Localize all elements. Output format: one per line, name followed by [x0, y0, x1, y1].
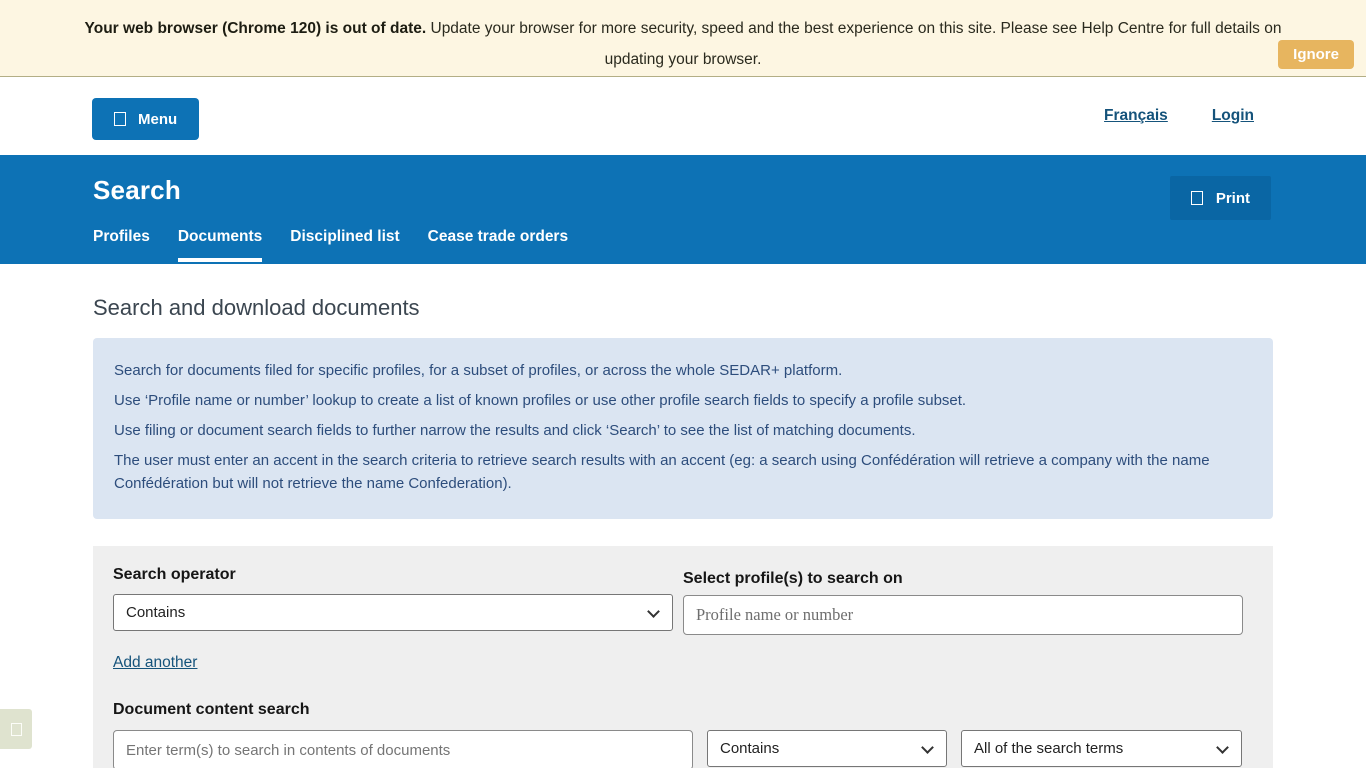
ignore-button[interactable]: Ignore	[1278, 40, 1354, 69]
main-content: Search and download documents Search for…	[0, 295, 1366, 768]
menu-button-label: Menu	[138, 111, 177, 128]
search-operator-field-group: Search operator Contains	[113, 566, 673, 635]
info-paragraph: Search for documents filed for specific …	[114, 359, 1252, 382]
banner-message-rest: Update your browser for more security, s…	[426, 20, 1281, 68]
printer-icon	[1191, 191, 1203, 205]
document-content-search-label: Document content search	[113, 701, 1253, 719]
info-box: Search for documents filed for specific …	[93, 338, 1273, 519]
profile-field-group: Select profile(s) to search on	[683, 566, 1243, 635]
search-operator-label: Search operator	[113, 566, 673, 584]
doc-terms-select[interactable]: All of the search terms	[961, 730, 1242, 767]
tab-documents[interactable]: Documents	[178, 228, 262, 264]
browser-outdated-banner: Your web browser (Chrome 120) is out of …	[0, 0, 1366, 77]
page-header: Search Print Profiles Documents Discipli…	[0, 155, 1366, 264]
info-paragraph: Use ‘Profile name or number’ lookup to c…	[114, 389, 1252, 412]
accessibility-icon	[11, 723, 22, 736]
print-button[interactable]: Print	[1170, 176, 1271, 220]
profile-select-label: Select profile(s) to search on	[683, 570, 1243, 588]
add-another-link[interactable]: Add another	[113, 654, 197, 672]
print-button-label: Print	[1216, 190, 1250, 207]
search-form-panel: Search operator Contains Select profile(…	[93, 546, 1273, 768]
search-operator-select-wrap: Contains	[113, 594, 673, 631]
tab-cease-trade-orders[interactable]: Cease trade orders	[428, 228, 568, 264]
top-nav: Menu Français Login	[0, 77, 1366, 155]
menu-button[interactable]: Menu	[92, 98, 199, 140]
document-content-search-row: Contains All of the search terms	[113, 730, 1253, 768]
banner-message: Your web browser (Chrome 120) is out of …	[66, 13, 1301, 75]
language-toggle-link[interactable]: Français	[1104, 107, 1168, 125]
info-paragraph: Use filing or document search fields to …	[114, 419, 1252, 442]
info-paragraph: The user must enter an accent in the sea…	[114, 449, 1252, 495]
accessibility-widget-button[interactable]	[0, 709, 32, 749]
nav-links: Français Login	[1104, 77, 1254, 155]
profile-name-input[interactable]	[683, 595, 1243, 635]
banner-message-bold: Your web browser (Chrome 120) is out of …	[85, 20, 427, 37]
search-operator-select[interactable]: Contains	[113, 594, 673, 631]
doc-terms-select-wrap: All of the search terms	[961, 730, 1242, 767]
tab-disciplined-list[interactable]: Disciplined list	[290, 228, 399, 264]
document-content-input[interactable]	[113, 730, 693, 768]
hamburger-menu-icon	[114, 112, 126, 126]
login-link[interactable]: Login	[1212, 107, 1254, 125]
tab-profiles[interactable]: Profiles	[93, 228, 150, 264]
doc-operator-select[interactable]: Contains	[707, 730, 947, 767]
doc-operator-select-wrap: Contains	[707, 730, 947, 767]
section-heading: Search and download documents	[93, 295, 1273, 321]
page-title: Search	[93, 175, 181, 206]
search-tabs: Profiles Documents Disciplined list Ceas…	[93, 228, 568, 264]
